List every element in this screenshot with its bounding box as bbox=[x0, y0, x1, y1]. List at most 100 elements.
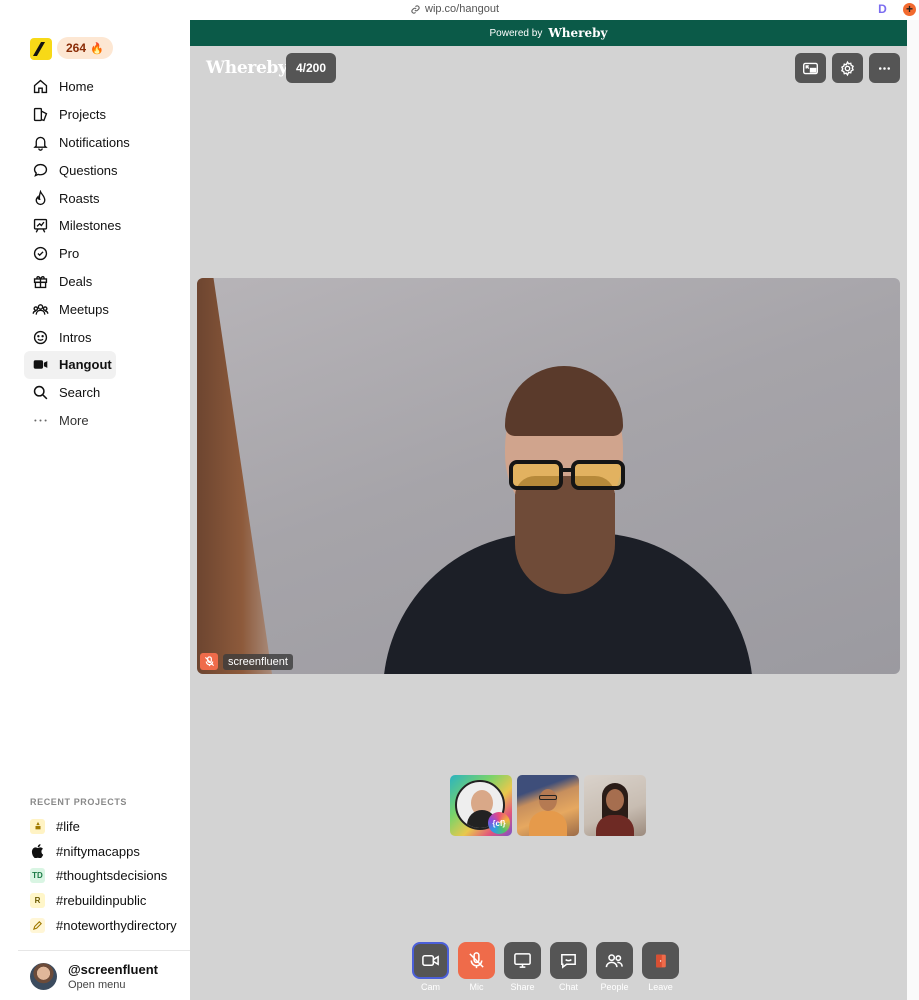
sidebar-item-search[interactable]: Search bbox=[24, 379, 174, 407]
participant-face bbox=[606, 789, 624, 811]
ellipsis-icon bbox=[878, 66, 891, 70]
project-r-badge: R bbox=[30, 893, 45, 909]
participant-thumbnail[interactable] bbox=[517, 775, 579, 836]
whereby-brand: Whereby bbox=[548, 26, 608, 40]
sidebar-nav: Home Projects Notifications Questions Ro… bbox=[24, 73, 174, 434]
smiley-icon bbox=[33, 330, 48, 344]
sidebar-item-label: Deals bbox=[59, 273, 93, 289]
mic-control: Mic bbox=[458, 942, 495, 992]
sidebar-item-label: Home bbox=[59, 79, 94, 95]
cam-button[interactable] bbox=[412, 942, 449, 979]
sidebar-item-home[interactable]: Home bbox=[24, 73, 174, 101]
sidebar-item-notifications[interactable]: Notifications bbox=[24, 129, 174, 157]
extension-plus-icon[interactable]: + bbox=[903, 3, 916, 16]
wip-logo[interactable] bbox=[30, 38, 52, 60]
share-button[interactable] bbox=[504, 942, 541, 979]
call-controls: Cam Mic Share Chat People Leave bbox=[412, 942, 679, 992]
sidebar-item-label: Milestones bbox=[59, 218, 122, 234]
page-scrollbar[interactable] bbox=[907, 20, 919, 1000]
people-label: People bbox=[600, 982, 629, 992]
recent-project-label: #thoughtsdecisions bbox=[56, 868, 168, 884]
sidebar-item-label: Hangout bbox=[59, 357, 112, 373]
streak-badge[interactable]: 264 🔥 bbox=[57, 37, 113, 59]
video-camera-icon bbox=[422, 954, 439, 967]
settings-button[interactable] bbox=[832, 53, 863, 83]
user-menu[interactable]: @screenfluent Open menu bbox=[30, 962, 158, 991]
participant-thumbnail[interactable]: {cf} bbox=[450, 775, 512, 836]
sidebar-item-meetups[interactable]: Meetups bbox=[24, 295, 174, 323]
more-options-button[interactable] bbox=[869, 53, 900, 83]
recent-project-niftymacapps[interactable]: #niftymacapps bbox=[30, 839, 190, 864]
search-icon bbox=[33, 385, 48, 400]
mic-button[interactable] bbox=[458, 942, 495, 979]
participant-name: screenfluent bbox=[223, 653, 293, 670]
address-bar[interactable]: wip.co/hangout bbox=[410, 3, 499, 15]
sidebar-item-label: Intros bbox=[59, 329, 92, 345]
sidebar-item-deals[interactable]: Deals bbox=[24, 268, 174, 296]
sidebar-item-questions[interactable]: Questions bbox=[24, 156, 174, 184]
powered-by-text: Powered by bbox=[489, 27, 543, 39]
video-background-door bbox=[197, 278, 272, 674]
sidebar-item-intros[interactable]: Intros bbox=[24, 323, 174, 351]
participant-count[interactable]: 4/200 bbox=[286, 53, 336, 83]
sidebar-item-projects[interactable]: Projects bbox=[24, 101, 174, 129]
recent-project-label: #niftymacapps bbox=[56, 843, 140, 859]
picture-in-picture-button[interactable] bbox=[795, 53, 826, 83]
recent-projects-list: #life #niftymacapps TD #thoughtsdecision… bbox=[30, 814, 190, 938]
sidebar-item-roasts[interactable]: Roasts bbox=[24, 184, 174, 212]
leave-control: Leave bbox=[642, 942, 679, 992]
people-button[interactable] bbox=[596, 942, 633, 979]
leave-door-icon bbox=[655, 954, 666, 967]
sidebar-divider bbox=[18, 950, 190, 951]
whereby-room: Powered by Whereby Whereby 4/200 screenf… bbox=[190, 20, 907, 1000]
leave-label: Leave bbox=[648, 982, 673, 992]
cam-label: Cam bbox=[420, 982, 440, 992]
cf-badge: {cf} bbox=[488, 812, 510, 834]
chat-icon bbox=[561, 954, 576, 969]
mic-muted-icon bbox=[204, 656, 214, 667]
sidebar-item-label: Search bbox=[59, 385, 101, 401]
chat-button[interactable] bbox=[550, 942, 587, 979]
ellipsis-icon bbox=[34, 419, 47, 422]
bell-icon bbox=[33, 136, 48, 151]
glasses-icon bbox=[509, 460, 625, 490]
recent-project-label: #noteworthydirectory bbox=[56, 918, 177, 934]
leave-button[interactable] bbox=[642, 942, 679, 979]
sidebar-item-label: Roasts bbox=[59, 190, 100, 206]
people-control: People bbox=[596, 942, 633, 992]
recent-projects-heading: RECENT PROJECTS bbox=[30, 797, 128, 807]
share-control: Share bbox=[504, 942, 541, 992]
browser-url-bar: wip.co/hangout D + bbox=[0, 0, 919, 20]
link-icon bbox=[411, 4, 420, 14]
video-person-hair bbox=[505, 366, 623, 436]
sidebar-item-label: Questions bbox=[59, 162, 118, 178]
check-badge-icon bbox=[33, 247, 48, 261]
participant-thumbnail[interactable] bbox=[584, 775, 646, 836]
recent-project-thoughtsdecisions[interactable]: TD #thoughtsdecisions bbox=[30, 864, 190, 889]
open-menu-label: Open menu bbox=[68, 979, 126, 991]
cam-control: Cam bbox=[412, 942, 449, 992]
gift-icon bbox=[33, 276, 48, 289]
main-video-tile[interactable]: screenfluent bbox=[197, 278, 900, 674]
screen-share-icon bbox=[514, 953, 531, 968]
sidebar-item-milestones[interactable]: Milestones bbox=[24, 212, 174, 240]
chat-label: Chat bbox=[558, 982, 578, 992]
video-camera-icon bbox=[33, 360, 48, 370]
sidebar-item-hangout[interactable]: Hangout bbox=[24, 350, 116, 379]
user-handle: @screenfluent bbox=[68, 962, 158, 977]
video-person-beard bbox=[515, 476, 615, 594]
avatar bbox=[30, 963, 57, 990]
participant-thumbnails: {cf} bbox=[450, 775, 646, 836]
sidebar-item-pro[interactable]: Pro bbox=[24, 240, 174, 268]
powered-by-banner[interactable]: Powered by Whereby bbox=[190, 20, 907, 46]
sidebar-item-label: Meetups bbox=[59, 301, 109, 317]
recent-project-noteworthydirectory[interactable]: #noteworthydirectory bbox=[30, 913, 190, 938]
people-group-icon bbox=[32, 303, 49, 315]
extension-d-icon[interactable]: D bbox=[876, 3, 889, 16]
fire-icon: 🔥 bbox=[90, 42, 104, 55]
sidebar-item-label: More bbox=[59, 412, 89, 428]
sidebar-item-more[interactable]: More bbox=[24, 407, 174, 435]
recent-project-life[interactable]: #life bbox=[30, 814, 190, 839]
recent-project-label: #life bbox=[56, 818, 80, 834]
recent-project-rebuildinpublic[interactable]: R #rebuildinpublic bbox=[30, 888, 190, 913]
